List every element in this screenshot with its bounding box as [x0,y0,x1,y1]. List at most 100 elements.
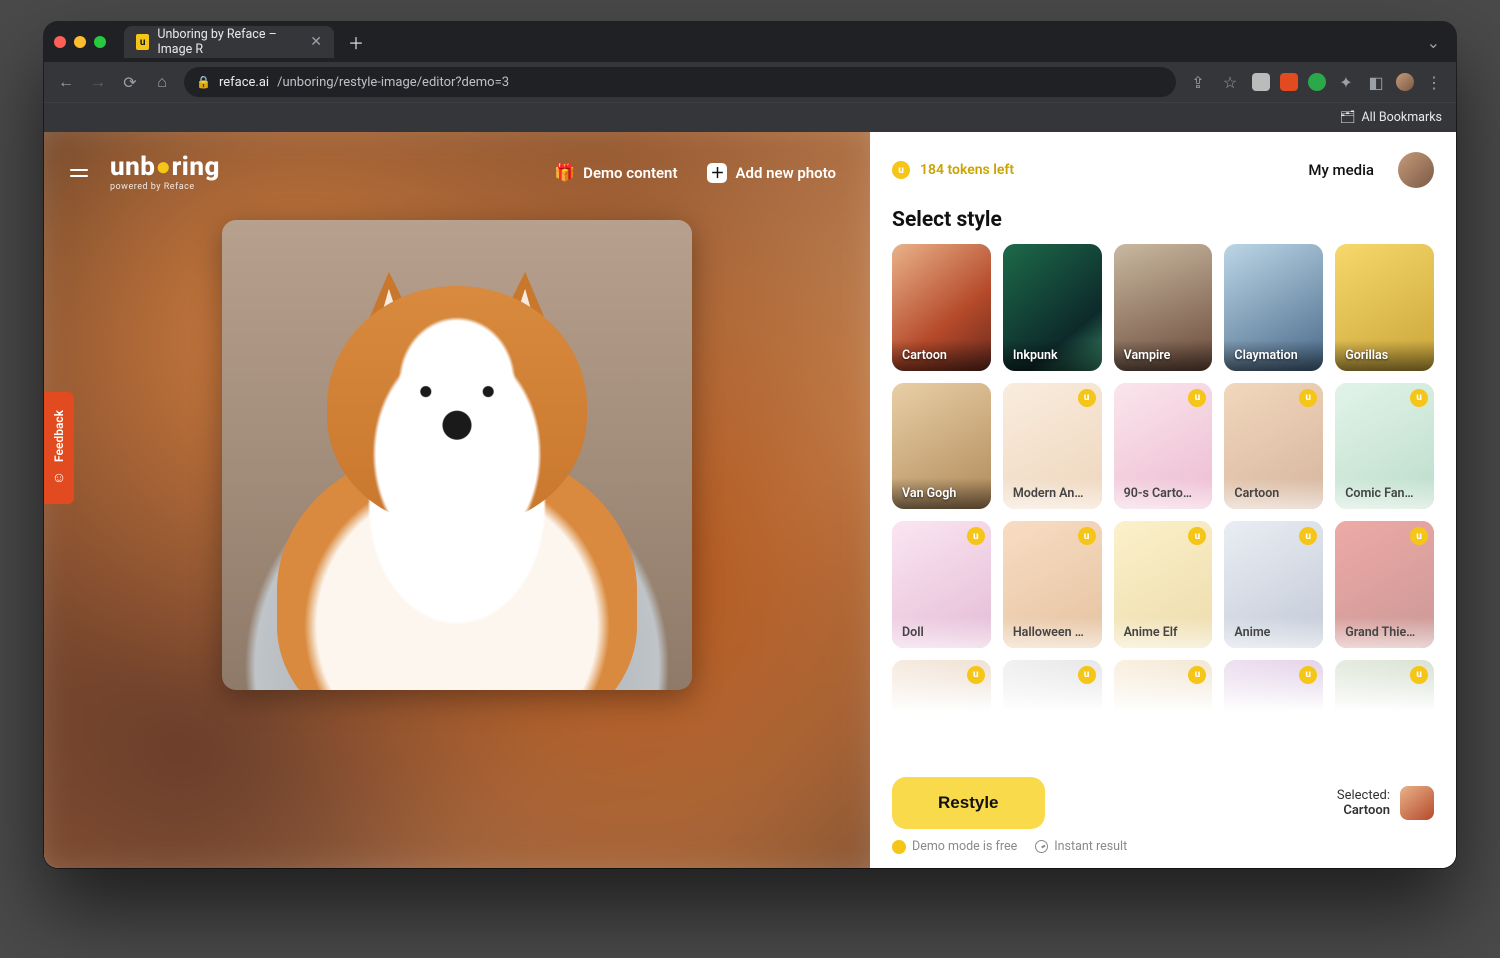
premium-badge-icon: u [1410,389,1428,407]
clock-icon [1035,840,1048,853]
nav-back-icon[interactable]: ← [56,72,76,92]
extension-icon[interactable] [1280,73,1298,91]
menu-button[interactable] [70,164,96,182]
style-card[interactable]: uGrand Thie… [1335,521,1434,648]
selected-thumb [1400,786,1434,820]
user-avatar[interactable] [1398,152,1434,188]
nav-forward-icon[interactable]: → [88,72,108,92]
style-card[interactable]: u [1224,660,1323,730]
editor-header: unb●ring powered by Reface 🎁 Demo conten… [44,132,870,192]
premium-badge-icon: u [1188,527,1206,545]
style-label: Gorillas [1335,340,1434,371]
note-demo-free: Demo mode is free [892,839,1017,854]
style-card[interactable]: u Modern An… [1003,383,1102,510]
style-label: Claymation [1224,340,1323,371]
premium-badge-icon: u [1078,666,1096,684]
gift-icon: 🎁 [554,163,575,183]
style-label: 90-s Carto… [1114,478,1213,509]
feedback-tab[interactable]: Feedback ☺ [44,392,74,504]
lock-icon: 🔒 [196,75,211,89]
style-card[interactable]: Claymation [1224,244,1323,371]
premium-badge-icon: u [967,666,985,684]
editor-panel: unb●ring powered by Reface 🎁 Demo conten… [44,132,870,868]
style-label: Cartoon [892,340,991,371]
style-panel: u 184 tokens left My media Select style … [870,132,1456,868]
selected-label: Selected: [1337,788,1390,803]
demo-content-button[interactable]: 🎁 Demo content [546,157,685,189]
browser-menu-icon[interactable]: ⋮ [1424,73,1444,92]
note-demo-free-label: Demo mode is free [912,839,1017,854]
tokens-left[interactable]: 184 tokens left [920,162,1014,178]
style-label: Doll [892,617,991,648]
extensions-puzzle-icon[interactable]: ✦ [1336,73,1356,92]
style-card[interactable]: uDoll [892,521,991,648]
tab-close-icon[interactable]: ✕ [310,34,322,50]
add-photo-label: Add new photo [735,164,836,182]
extension-icon[interactable] [1308,73,1326,91]
note-instant-label: Instant result [1054,839,1127,854]
style-label: Van Gogh [892,478,991,509]
premium-badge-icon: u [1078,527,1096,545]
add-photo-button[interactable]: ＋ Add new photo [699,157,844,189]
style-card[interactable]: Inkpunk [1003,244,1102,371]
tab-favicon-icon: u [136,34,149,50]
app-logo[interactable]: unb●ring powered by Reface [110,154,220,192]
restyle-button[interactable]: Restyle [892,777,1044,829]
style-card[interactable]: Gorillas [1335,244,1434,371]
style-card[interactable]: u [1335,660,1434,730]
style-card[interactable]: uComic Fan… [1335,383,1434,510]
feedback-label: Feedback [52,410,66,462]
style-card[interactable]: Van Gogh [892,383,991,510]
selected-value: Cartoon [1337,803,1390,818]
window-zoom-icon[interactable] [94,36,106,48]
style-label: Modern An… [1003,478,1102,509]
style-card[interactable]: u [892,660,991,730]
share-icon[interactable]: ⇪ [1188,73,1208,92]
url-bar[interactable]: 🔒 reface.ai/unboring/restyle-image/edito… [184,67,1176,97]
extension-icon[interactable] [1252,73,1270,91]
window-minimize-icon[interactable] [74,36,86,48]
premium-badge-icon: u [1078,389,1096,407]
style-card[interactable]: uAnime Elf [1114,521,1213,648]
style-card[interactable]: u [1003,660,1102,730]
bookmark-star-icon[interactable]: ☆ [1220,73,1240,92]
profile-avatar-icon[interactable] [1396,73,1414,91]
style-card[interactable]: Vampire [1114,244,1213,371]
new-tab-button[interactable]: ＋ [342,26,370,58]
browser-tab[interactable]: u Unboring by Reface – Image R ✕ [124,26,334,58]
coin-icon [892,840,906,854]
url-path: /unboring/restyle-image/editor?demo=3 [277,75,509,90]
bookmarks-bar: 🗂 All Bookmarks [44,102,1456,132]
premium-badge-icon: u [1299,666,1317,684]
panel-footer: Restyle Selected: Cartoon Demo mode is f… [870,765,1456,868]
my-media-link[interactable]: My media [1308,161,1374,179]
editor-image[interactable] [222,220,692,690]
style-card[interactable]: u [1114,660,1213,730]
all-bookmarks-button[interactable]: 🗂 All Bookmarks [1340,110,1442,125]
smile-icon: ☺ [52,469,66,486]
select-style-heading: Select style [870,194,1456,244]
nav-reload-icon[interactable]: ⟳ [120,73,140,92]
sidepanel-icon[interactable]: ◧ [1366,73,1386,92]
style-label: Cartoon [1224,478,1323,509]
app-viewport: Feedback ☺ unb●ring powered by Reface 🎁 … [44,132,1456,868]
tabs-overflow-icon[interactable]: ⌄ [1421,33,1446,52]
premium-badge-icon: u [1188,666,1206,684]
window-close-icon[interactable] [54,36,66,48]
token-coin-icon: u [892,161,910,179]
demo-content-label: Demo content [583,164,677,182]
style-card[interactable]: u90-s Carto… [1114,383,1213,510]
browser-window: u Unboring by Reface – Image R ✕ ＋ ⌄ ← →… [44,22,1456,868]
extensions: ✦ ◧ ⋮ [1252,73,1444,92]
url-host: reface.ai [219,75,269,90]
style-label: Vampire [1114,340,1213,371]
style-card[interactable]: uCartoon [1224,383,1323,510]
logo-subtext: powered by Reface [110,183,220,192]
panel-header: u 184 tokens left My media [870,132,1456,194]
premium-badge-icon: u [1410,527,1428,545]
nav-home-icon[interactable]: ⌂ [152,72,172,92]
tab-title: Unboring by Reface – Image R [157,27,298,57]
style-card[interactable]: uAnime [1224,521,1323,648]
style-card[interactable]: Cartoon [892,244,991,371]
style-card[interactable]: uHalloween … [1003,521,1102,648]
